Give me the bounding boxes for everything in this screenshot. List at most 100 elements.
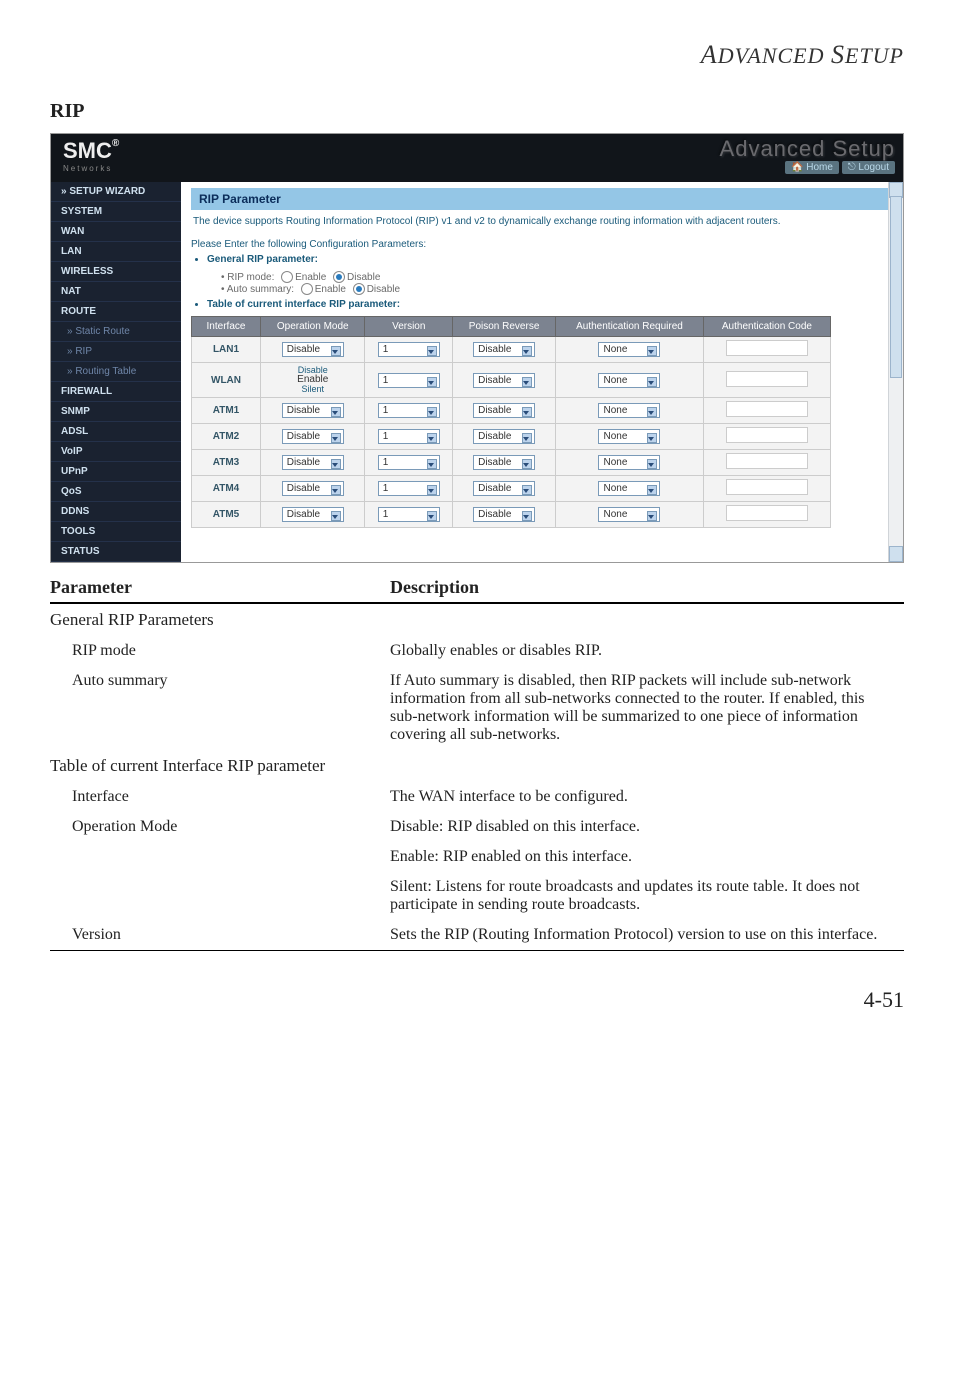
cell-auth-required: None — [556, 424, 704, 450]
scrollbar[interactable] — [888, 182, 903, 562]
version-select[interactable]: 1 — [378, 481, 440, 496]
operation-mode-select[interactable]: Disable — [282, 429, 344, 444]
cell-auth-required: None — [556, 476, 704, 502]
poison-reverse-select[interactable]: Disable — [473, 507, 535, 522]
cell-poison-reverse: Disable — [453, 398, 556, 424]
sidebar-item-qos[interactable]: QoS — [51, 482, 181, 502]
auth-code-input[interactable] — [726, 340, 808, 356]
rip-mode-enable-radio[interactable] — [281, 271, 293, 283]
poison-reverse-select[interactable]: Disable — [473, 481, 535, 496]
auth-code-input[interactable] — [726, 453, 808, 469]
cell-version: 1 — [365, 363, 453, 398]
param-version: Version — [50, 920, 390, 951]
version-select[interactable]: 1 — [378, 455, 440, 470]
sidebar-item-routing-table[interactable]: » Routing Table — [51, 362, 181, 382]
auto-summary-enable-radio[interactable] — [301, 283, 313, 295]
poison-reverse-select[interactable]: Disable — [473, 342, 535, 357]
sidebar-item-tools[interactable]: TOOLS — [51, 522, 181, 542]
param-rip-mode: RIP mode — [50, 636, 390, 666]
auth-required-select[interactable]: None — [598, 403, 660, 418]
sidebar-item-wan[interactable]: WAN — [51, 222, 181, 242]
sidebar-item-static-route[interactable]: » Static Route — [51, 322, 181, 342]
sidebar-item-status[interactable]: STATUS — [51, 542, 181, 562]
desc-operation-mode-disable: Disable: RIP disabled on this interface. — [390, 812, 904, 842]
operation-mode-select[interactable]: Disable — [282, 507, 344, 522]
cell-interface: ATM2 — [192, 424, 261, 450]
auth-code-input[interactable] — [726, 479, 808, 495]
desc-rip-mode: Globally enables or disables RIP. — [390, 636, 904, 666]
cell-operation-mode: DisableEnableSilent — [261, 363, 365, 398]
scroll-thumb[interactable] — [890, 196, 902, 378]
rip-mode-disable-radio[interactable] — [333, 271, 345, 283]
sidebar-item-setup-wizard[interactable]: » SETUP WIZARD — [51, 182, 181, 202]
sidebar-item-route[interactable]: ROUTE — [51, 302, 181, 322]
sidebar-item-lan[interactable]: LAN — [51, 242, 181, 262]
col-version: Version — [365, 317, 453, 337]
desc-operation-mode-silent: Silent: Listens for route broadcasts and… — [390, 872, 904, 920]
cell-poison-reverse: Disable — [453, 337, 556, 363]
sidebar-item-voip[interactable]: VoIP — [51, 442, 181, 462]
sidebar-item-ddns[interactable]: DDNS — [51, 502, 181, 522]
cell-operation-mode: Disable — [261, 476, 365, 502]
auth-code-input[interactable] — [726, 427, 808, 443]
cell-version: 1 — [365, 450, 453, 476]
auto-summary-disable-radio[interactable] — [353, 283, 365, 295]
col-auth-required: Authentication Required — [556, 317, 704, 337]
cell-auth-code — [703, 502, 830, 528]
cell-operation-mode: Disable — [261, 337, 365, 363]
table-row: ATM4Disable1DisableNone — [192, 476, 831, 502]
auth-required-select[interactable]: None — [598, 507, 660, 522]
cell-interface: ATM3 — [192, 450, 261, 476]
top-bar: SMC® Networks Advanced Setup 🏠 Home ⎋ Lo… — [51, 134, 903, 182]
desc-version: Sets the RIP (Routing Information Protoc… — [390, 920, 904, 951]
top-right-area: Advanced Setup 🏠 Home ⎋ Logout — [712, 134, 903, 176]
cell-auth-code — [703, 476, 830, 502]
sidebar-item-nat[interactable]: NAT — [51, 282, 181, 302]
sidebar-item-snmp[interactable]: SNMP — [51, 402, 181, 422]
poison-reverse-select[interactable]: Disable — [473, 429, 535, 444]
brand-logo: SMC® Networks — [51, 134, 131, 177]
version-select[interactable]: 1 — [378, 429, 440, 444]
auto-summary-row: • Auto summary: Enable Disable — [221, 284, 400, 295]
operation-mode-select[interactable]: Disable — [282, 481, 344, 496]
desc-auto-summary: If Auto summary is disabled, then RIP pa… — [390, 666, 904, 750]
auth-required-select[interactable]: None — [598, 342, 660, 357]
intro-text: The device supports Routing Information … — [191, 210, 893, 233]
poison-reverse-select[interactable]: Disable — [473, 373, 535, 388]
rip-interface-table: Interface Operation Mode Version Poison … — [191, 316, 831, 528]
poison-reverse-select[interactable]: Disable — [473, 403, 535, 418]
content-panel: RIP Parameter The device supports Routin… — [181, 182, 903, 562]
scroll-down-icon[interactable] — [889, 546, 903, 562]
sidebar-item-upnp[interactable]: UPnP — [51, 462, 181, 482]
auth-required-select[interactable]: None — [598, 481, 660, 496]
sidebar-item-firewall[interactable]: FIREWALL — [51, 382, 181, 402]
version-select[interactable]: 1 — [378, 373, 440, 388]
operation-mode-select[interactable]: Disable — [282, 342, 344, 357]
table-row: ATM2 Disable 1 Disable None — [192, 424, 831, 450]
table-row: ATM3 Disable 1 Disable None — [192, 450, 831, 476]
desc-operation-mode-enable: Enable: RIP enabled on this interface. — [390, 842, 904, 872]
auth-required-select[interactable]: None — [598, 455, 660, 470]
sidebar-item-system[interactable]: SYSTEM — [51, 202, 181, 222]
sidebar-item-rip[interactable]: » RIP — [51, 342, 181, 362]
poison-reverse-select[interactable]: Disable — [473, 455, 535, 470]
sidebar-item-wireless[interactable]: WIRELESS — [51, 262, 181, 282]
cell-interface: ATM5 — [192, 502, 261, 528]
auth-required-select[interactable]: None — [598, 429, 660, 444]
version-select[interactable]: 1 — [378, 342, 440, 357]
home-link[interactable]: 🏠 Home — [785, 161, 839, 174]
version-select[interactable]: 1 — [378, 507, 440, 522]
logout-link[interactable]: ⎋ Logout — [842, 161, 895, 174]
auth-required-select[interactable]: None — [598, 373, 660, 388]
operation-mode-select[interactable]: Disable — [282, 455, 344, 470]
auth-code-input[interactable] — [726, 401, 808, 417]
header-parameter: Parameter — [50, 573, 390, 603]
cell-version: 1 — [365, 424, 453, 450]
version-select[interactable]: 1 — [378, 403, 440, 418]
operation-mode-select[interactable]: Disable — [282, 403, 344, 418]
cell-interface: LAN1 — [192, 337, 261, 363]
auth-code-input[interactable] — [726, 371, 808, 387]
auth-code-input[interactable] — [726, 505, 808, 521]
router-ui-screenshot: SMC® Networks Advanced Setup 🏠 Home ⎋ Lo… — [50, 133, 904, 563]
sidebar-item-adsl[interactable]: ADSL — [51, 422, 181, 442]
